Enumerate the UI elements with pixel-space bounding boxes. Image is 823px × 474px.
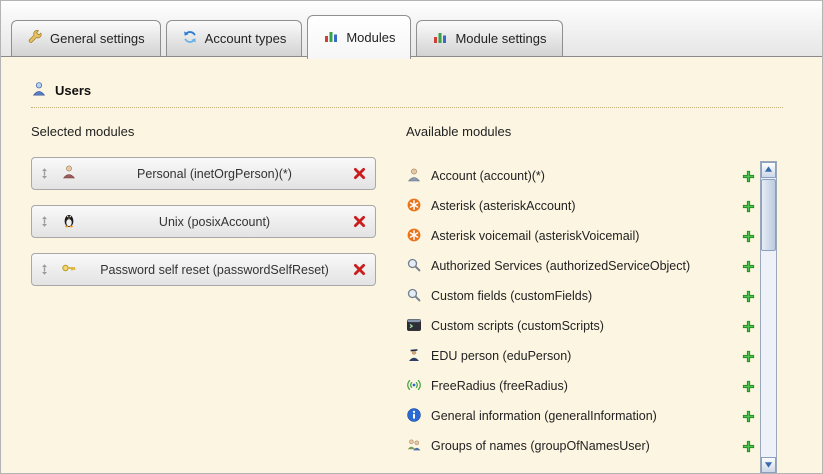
- tab-label: Module settings: [455, 31, 546, 46]
- available-module-row: Asterisk voicemail (asteriskVoicemail): [406, 221, 756, 251]
- radio-icon: [406, 377, 422, 396]
- lam-config-window: General settings Account types Modules M…: [0, 0, 823, 474]
- selected-module-row[interactable]: Unix (posixAccount): [31, 205, 376, 238]
- available-module-row: Account (account)(*): [406, 161, 756, 191]
- available-module-row: Asterisk (asteriskAccount): [406, 191, 756, 221]
- tab-label: Account types: [205, 31, 287, 46]
- available-modules-scrollbar[interactable]: [760, 161, 777, 474]
- module-label: Groups of names (groupOfNamesUser): [431, 439, 650, 453]
- magnifier-icon: [406, 287, 422, 306]
- scroll-thumb[interactable]: [761, 179, 776, 251]
- scroll-down-button[interactable]: [761, 457, 776, 473]
- tab-label: General settings: [50, 31, 145, 46]
- add-module-button[interactable]: [741, 349, 756, 364]
- user-icon: [31, 81, 47, 100]
- remove-module-button[interactable]: [352, 262, 367, 277]
- penguin-icon: [61, 212, 77, 231]
- module-columns: Selected modules Personal (inetOrgPerson…: [31, 124, 822, 461]
- modules-panel: Users Selected modules Personal (inetOrg…: [1, 57, 822, 474]
- available-module-row: Custom fields (customFields): [406, 281, 756, 311]
- add-module-button[interactable]: [741, 289, 756, 304]
- key-icon: [61, 260, 77, 279]
- available-module-row: FreeRadius (freeRadius): [406, 371, 756, 401]
- available-modules-list: Account (account)(*) Asterisk (asteriskA…: [406, 161, 756, 461]
- add-module-button[interactable]: [741, 259, 756, 274]
- magnifier-icon: [406, 257, 422, 276]
- module-label: Account (account)(*): [431, 169, 545, 183]
- selected-module-row[interactable]: Password self reset (passwordSelfReset): [31, 253, 376, 286]
- module-label: Asterisk voicemail (asteriskVoicemail): [431, 229, 639, 243]
- drag-handle-icon[interactable]: [38, 215, 51, 228]
- module-label: Unix (posixAccount): [87, 215, 342, 229]
- available-module-row: Groups of names (groupOfNamesUser): [406, 431, 756, 461]
- selected-modules-column: Selected modules Personal (inetOrgPerson…: [31, 124, 406, 461]
- available-module-row: EDU person (eduPerson): [406, 341, 756, 371]
- add-module-button[interactable]: [741, 229, 756, 244]
- module-label: EDU person (eduPerson): [431, 349, 571, 363]
- module-label: Password self reset (passwordSelfReset): [87, 263, 342, 277]
- module-label: FreeRadius (freeRadius): [431, 379, 568, 393]
- edu-person-icon: [406, 347, 422, 366]
- add-module-button[interactable]: [741, 199, 756, 214]
- asterisk-icon: [406, 227, 422, 246]
- add-module-button[interactable]: [741, 319, 756, 334]
- arrow-up-icon: [764, 161, 773, 179]
- users-section-header: Users: [31, 81, 783, 108]
- available-modules-column: Available modules Account (account)(*) A…: [406, 124, 756, 461]
- refresh-icon: [182, 29, 198, 48]
- tab-general-settings[interactable]: General settings: [11, 20, 161, 56]
- group-icon: [406, 437, 422, 456]
- module-label: Personal (inetOrgPerson)(*): [87, 167, 342, 181]
- tab-module-settings[interactable]: Module settings: [416, 20, 562, 56]
- drag-handle-icon[interactable]: [38, 263, 51, 276]
- available-module-row: General information (generalInformation): [406, 401, 756, 431]
- asterisk-icon: [406, 197, 422, 216]
- remove-module-button[interactable]: [352, 214, 367, 229]
- selected-modules-heading: Selected modules: [31, 124, 406, 139]
- add-module-button[interactable]: [741, 409, 756, 424]
- person-icon: [406, 167, 422, 186]
- bar-chart-icon: [432, 29, 448, 48]
- remove-module-button[interactable]: [352, 166, 367, 181]
- tab-bar: General settings Account types Modules M…: [1, 1, 822, 57]
- tab-label: Modules: [346, 30, 395, 45]
- available-modules-heading: Available modules: [406, 124, 756, 139]
- selected-modules-list: Personal (inetOrgPerson)(*) Unix (posixA…: [31, 157, 406, 286]
- section-title: Users: [55, 83, 91, 98]
- add-module-button[interactable]: [741, 169, 756, 184]
- bar-chart-icon: [323, 28, 339, 47]
- scroll-up-button[interactable]: [761, 162, 776, 178]
- available-module-row: Custom scripts (customScripts): [406, 311, 756, 341]
- module-label: Asterisk (asteriskAccount): [431, 199, 575, 213]
- arrow-down-icon: [764, 456, 773, 474]
- info-icon: [406, 407, 422, 426]
- terminal-icon: [406, 317, 422, 336]
- module-label: Custom fields (customFields): [431, 289, 592, 303]
- module-label: Custom scripts (customScripts): [431, 319, 604, 333]
- selected-module-row[interactable]: Personal (inetOrgPerson)(*): [31, 157, 376, 190]
- add-module-button[interactable]: [741, 379, 756, 394]
- tab-modules[interactable]: Modules: [307, 15, 411, 59]
- module-label: General information (generalInformation): [431, 409, 657, 423]
- module-label: Authorized Services (authorizedServiceOb…: [431, 259, 690, 273]
- available-module-row: Authorized Services (authorizedServiceOb…: [406, 251, 756, 281]
- add-module-button[interactable]: [741, 439, 756, 454]
- tab-account-types[interactable]: Account types: [166, 20, 303, 56]
- person-icon: [61, 164, 77, 183]
- drag-handle-icon[interactable]: [38, 167, 51, 180]
- wrench-icon: [27, 29, 43, 48]
